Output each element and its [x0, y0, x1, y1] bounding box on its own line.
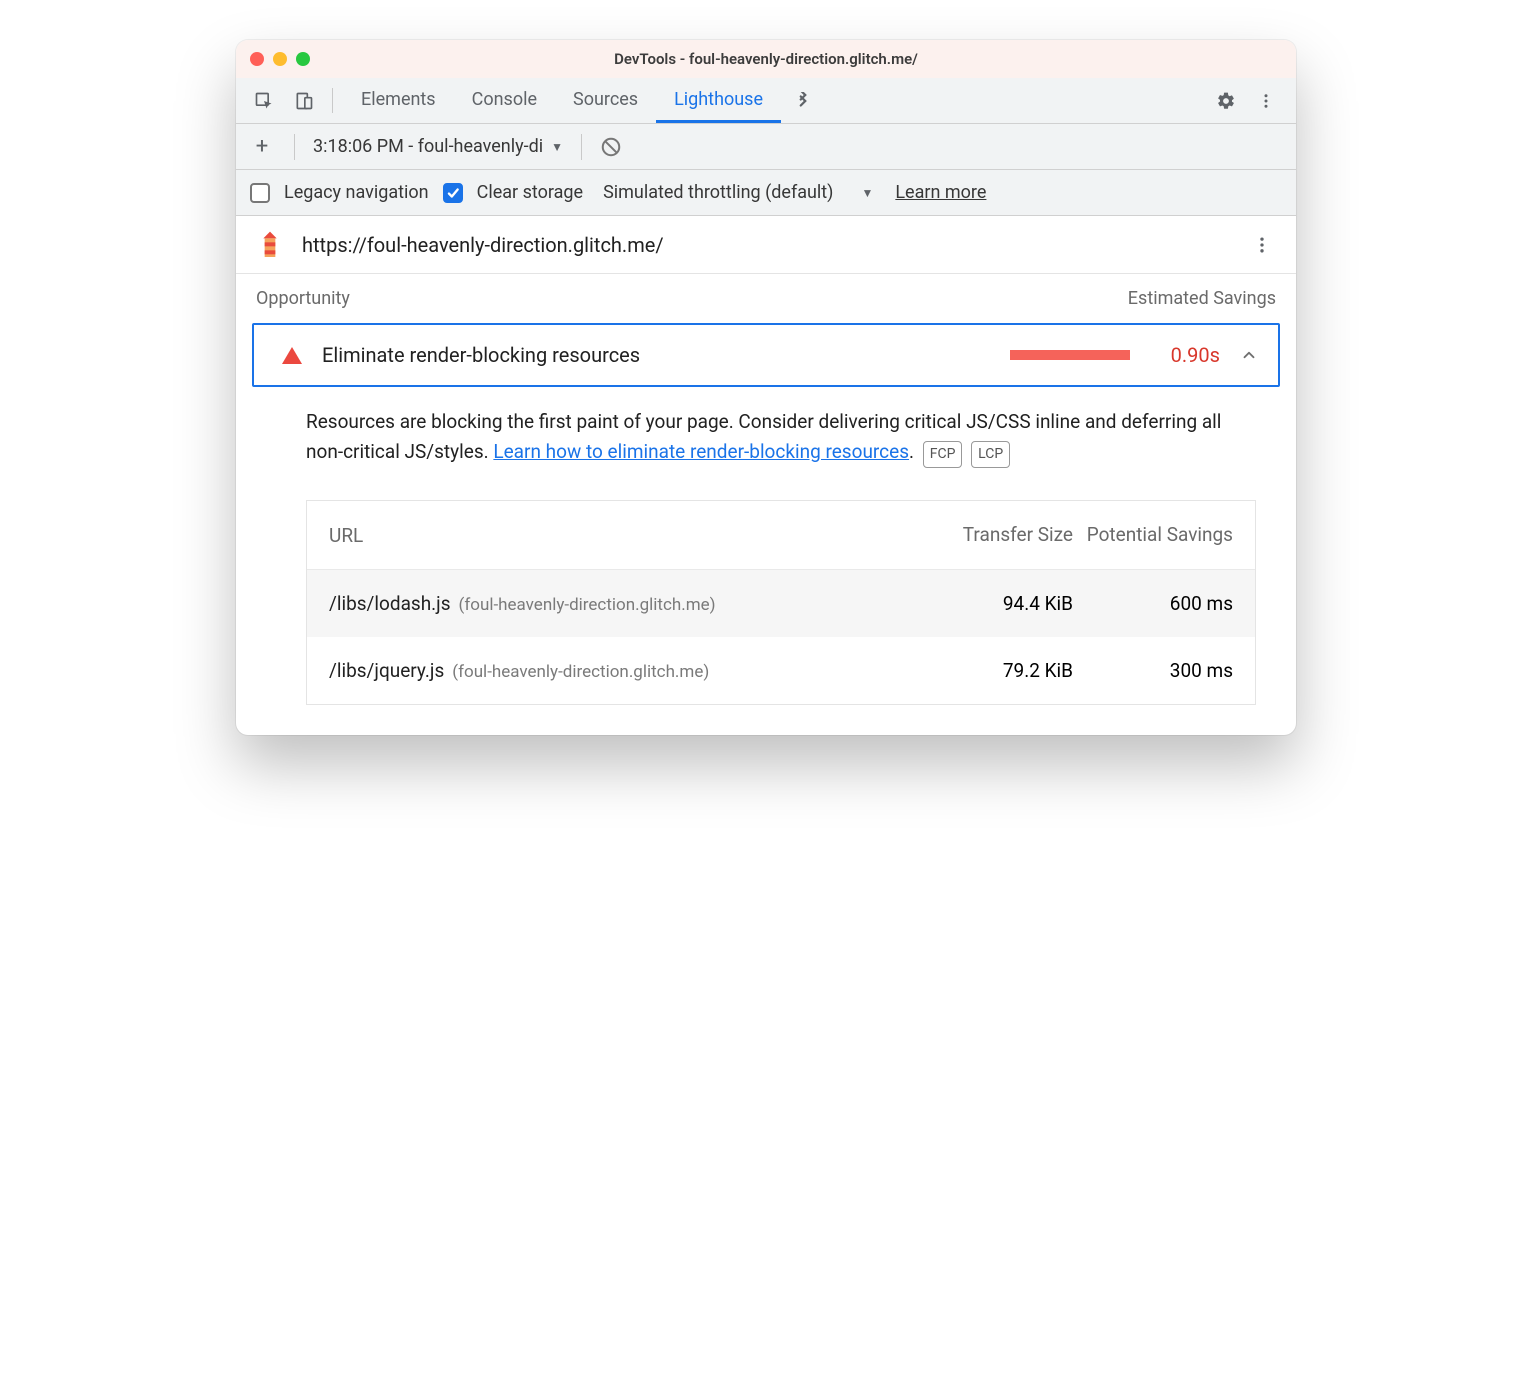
row-size: 79.2 KiB	[923, 659, 1073, 682]
divider	[332, 88, 333, 113]
legacy-navigation-label: Legacy navigation	[284, 182, 429, 203]
tab-elements[interactable]: Elements	[343, 78, 454, 123]
divider	[294, 134, 295, 160]
new-report-button[interactable]: +	[248, 134, 276, 159]
lighthouse-toolbar: + 3:18:06 PM - foul-heavenly-di ▼	[236, 124, 1296, 170]
desc-learn-link[interactable]: Learn how to eliminate render-blocking r…	[493, 440, 909, 463]
opportunity-row[interactable]: Eliminate render-blocking resources 0.90…	[252, 323, 1280, 387]
clear-icon[interactable]	[600, 136, 622, 158]
report-url-row: https://foul-heavenly-direction.glitch.m…	[236, 216, 1296, 274]
row-path[interactable]: /libs/jquery.js	[329, 659, 444, 682]
fail-triangle-icon	[282, 347, 302, 364]
collapse-chevron-icon[interactable]	[1240, 346, 1258, 364]
report-selector[interactable]: 3:18:06 PM - foul-heavenly-di ▼	[313, 136, 563, 157]
inspect-icon[interactable]	[246, 78, 282, 123]
learn-more-link[interactable]: Learn more	[895, 182, 986, 203]
th-size: Transfer Size	[923, 523, 1073, 548]
close-icon[interactable]	[250, 52, 264, 66]
main-tabbar: Elements Console Sources Lighthouse	[236, 78, 1296, 124]
lighthouse-logo-icon	[254, 229, 286, 261]
opportunity-description: Resources are blocking the first paint o…	[236, 387, 1296, 476]
table-row: /libs/lodash.js (foul-heavenly-direction…	[307, 570, 1255, 637]
settings-icon[interactable]	[1208, 91, 1244, 111]
report-label: 3:18:06 PM - foul-heavenly-di	[313, 136, 543, 157]
panel-tabs: Elements Console Sources Lighthouse	[343, 78, 781, 123]
opportunity-header-left: Opportunity	[256, 288, 350, 309]
divider	[581, 134, 582, 160]
row-path[interactable]: /libs/lodash.js	[329, 592, 451, 615]
maximize-icon[interactable]	[296, 52, 310, 66]
table-header: URL Transfer Size Potential Savings	[307, 501, 1255, 571]
device-toggle-icon[interactable]	[286, 78, 322, 123]
opportunity-header-right: Estimated Savings	[1128, 288, 1276, 309]
throttling-caret-icon[interactable]: ▼	[861, 186, 873, 200]
tab-console[interactable]: Console	[454, 78, 555, 123]
throttling-label: Simulated throttling (default)	[603, 182, 833, 203]
desc-text-b: .	[909, 440, 914, 463]
kebab-menu-icon[interactable]	[1248, 92, 1284, 110]
row-origin: (foul-heavenly-direction.glitch.me)	[459, 595, 716, 615]
lighthouse-options: Legacy navigation Clear storage Simulate…	[236, 170, 1296, 216]
savings-value: 0.90s	[1150, 343, 1220, 367]
traffic-lights	[250, 52, 310, 66]
tab-lighthouse[interactable]: Lighthouse	[656, 78, 781, 123]
opportunity-title: Eliminate render-blocking resources	[322, 343, 990, 367]
row-savings: 300 ms	[1073, 659, 1233, 682]
report-menu-icon[interactable]	[1246, 235, 1278, 255]
opportunity-section-header: Opportunity Estimated Savings	[236, 274, 1296, 319]
row-origin: (foul-heavenly-direction.glitch.me)	[452, 662, 709, 682]
row-size: 94.4 KiB	[923, 592, 1073, 615]
minimize-icon[interactable]	[273, 52, 287, 66]
opportunity-table: URL Transfer Size Potential Savings /lib…	[306, 500, 1256, 706]
devtools-window: DevTools - foul-heavenly-direction.glitc…	[236, 40, 1296, 735]
th-savings: Potential Savings	[1073, 523, 1233, 548]
savings-bar	[1010, 350, 1130, 360]
badge-lcp: LCP	[971, 441, 1010, 467]
clear-storage-checkbox[interactable]	[443, 183, 463, 203]
tab-sources[interactable]: Sources	[555, 78, 656, 123]
legacy-navigation-checkbox[interactable]	[250, 183, 270, 203]
th-url: URL	[329, 524, 923, 547]
table-row: /libs/jquery.js (foul-heavenly-direction…	[307, 637, 1255, 704]
caret-down-icon: ▼	[551, 140, 563, 154]
row-savings: 600 ms	[1073, 592, 1233, 615]
more-tabs-icon[interactable]	[785, 78, 821, 123]
titlebar: DevTools - foul-heavenly-direction.glitc…	[236, 40, 1296, 78]
badge-fcp: FCP	[923, 441, 963, 467]
clear-storage-label: Clear storage	[477, 182, 583, 203]
report-url: https://foul-heavenly-direction.glitch.m…	[302, 233, 1230, 257]
window-title: DevTools - foul-heavenly-direction.glitc…	[236, 50, 1296, 68]
